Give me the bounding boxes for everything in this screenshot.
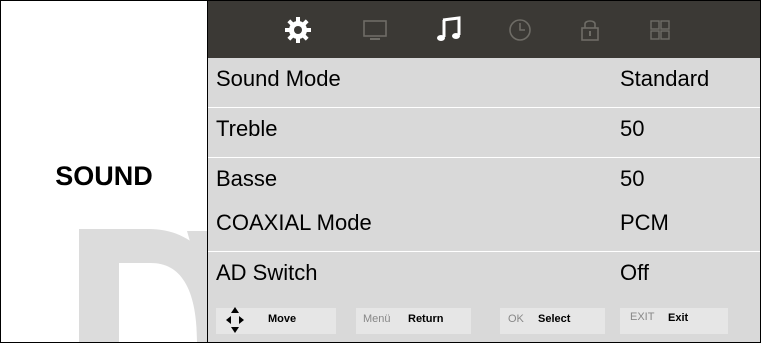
menu-item-value: 50 <box>620 116 645 141</box>
lock-icon[interactable] <box>575 15 605 45</box>
menu-item-label: AD Switch <box>216 260 318 285</box>
menu-panel: Sound Mode Standard Treble 50 Basse 50 C… <box>208 1 760 342</box>
menu-item-label: COAXIAL Mode <box>216 210 372 235</box>
help-select-label: Select <box>538 313 571 325</box>
help-exit-label: Exit <box>668 312 689 324</box>
section-title: SOUND <box>55 161 153 191</box>
help-return-label: Return <box>408 313 444 325</box>
move-arrows-icon <box>226 307 244 333</box>
menu-item-coaxial-mode[interactable]: COAXIAL Mode PCM <box>208 202 760 252</box>
menu-item-value: PCM <box>620 210 669 235</box>
clock-icon[interactable] <box>505 15 535 45</box>
tv-menu-frame: SOUND Sound Mode Standard Treble 50 Bass… <box>0 0 761 343</box>
monitor-icon[interactable] <box>360 15 390 45</box>
help-move-label: Move <box>268 313 297 325</box>
key-help-bar: Move Menü Return OK Select EXIT Exit <box>208 300 760 342</box>
section-panel: SOUND <box>1 1 208 342</box>
menu-item-sound-mode[interactable]: Sound Mode Standard <box>208 58 760 108</box>
menu-item-value: Standard <box>620 66 710 91</box>
menu-item-basse[interactable]: Basse 50 <box>208 158 760 208</box>
help-menu-key: Menü <box>363 313 391 325</box>
menu-item-label: Sound Mode <box>216 66 341 91</box>
music-note-icon[interactable] <box>434 15 464 45</box>
apps-grid-icon[interactable] <box>645 15 675 45</box>
help-exit-key: EXIT <box>630 311 655 323</box>
settings-gear-icon[interactable] <box>283 15 313 45</box>
help-ok-key: OK <box>508 313 524 325</box>
menu-item-value: Off <box>620 260 649 285</box>
menu-item-ad-switch[interactable]: AD Switch Off <box>208 252 760 302</box>
menu-item-label: Treble <box>216 116 278 141</box>
menu-item-label: Basse <box>216 166 278 191</box>
menu-item-treble[interactable]: Treble 50 <box>208 108 760 158</box>
menu-item-value: 50 <box>620 166 645 191</box>
category-icon-bar <box>208 1 760 58</box>
